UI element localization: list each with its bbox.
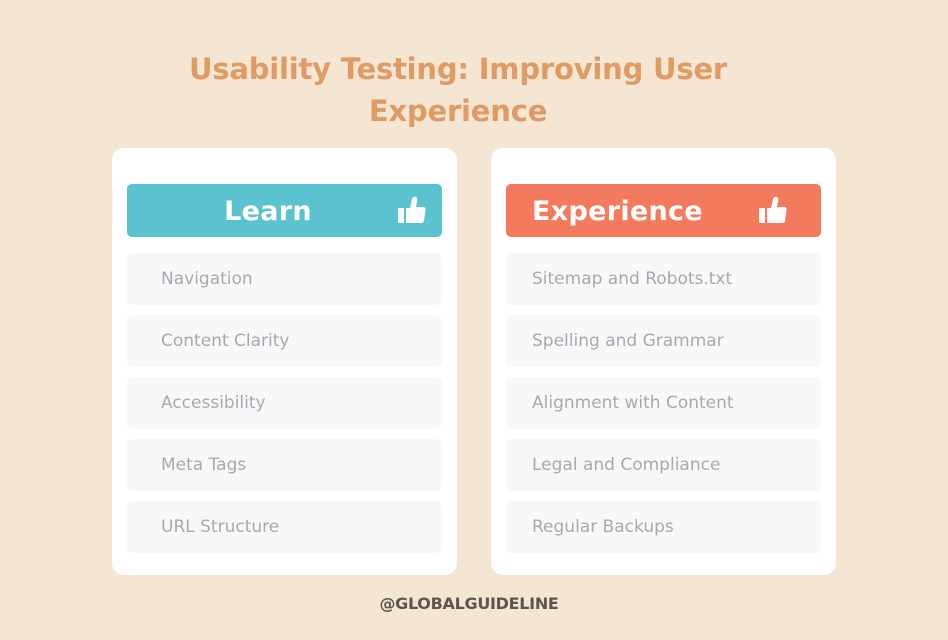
footer-handle: @GLOBALGUIDELINE <box>379 594 559 613</box>
list-item: Alignment with Content <box>506 377 821 429</box>
page-title-line-2: Experience <box>368 94 548 128</box>
list-item: Sitemap and Robots.txt <box>506 253 821 305</box>
list-item-label: Legal and Compliance <box>532 455 721 475</box>
learn-list: Navigation Content Clarity Accessibility… <box>127 253 442 563</box>
list-item: Regular Backups <box>506 501 821 553</box>
learn-card-header: Learn <box>127 184 442 237</box>
list-item-label: Content Clarity <box>161 331 290 351</box>
experience-card-title: Experience <box>532 196 703 227</box>
list-item-label: Regular Backups <box>532 517 674 537</box>
list-item-label: Sitemap and Robots.txt <box>532 269 733 289</box>
list-item: URL Structure <box>127 501 442 553</box>
list-item-label: Spelling and Grammar <box>532 331 724 351</box>
page-title: Usability Testing: Improving User Experi… <box>0 48 916 132</box>
list-item-label: Meta Tags <box>161 455 247 475</box>
list-item-label: Navigation <box>161 269 253 289</box>
list-item: Spelling and Grammar <box>506 315 821 367</box>
list-item-label: Alignment with Content <box>532 393 734 413</box>
thumbs-up-icon <box>759 196 787 223</box>
list-item-label: URL Structure <box>161 517 280 537</box>
experience-list: Sitemap and Robots.txt Spelling and Gram… <box>506 253 821 563</box>
list-item: Legal and Compliance <box>506 439 821 491</box>
list-item: Navigation <box>127 253 442 305</box>
list-item: Content Clarity <box>127 315 442 367</box>
list-item: Accessibility <box>127 377 442 429</box>
learn-card: Learn Navigation Content Clarity Accessi… <box>112 148 457 575</box>
experience-card-header: Experience <box>506 184 821 237</box>
page-title-line-1: Usability Testing: Improving User <box>188 52 728 86</box>
list-item-label: Accessibility <box>161 393 266 413</box>
thumbs-up-icon <box>398 196 426 223</box>
learn-card-title: Learn <box>224 196 312 227</box>
experience-card: Experience Sitemap and Robots.txt Spelli… <box>491 148 836 575</box>
list-item: Meta Tags <box>127 439 442 491</box>
